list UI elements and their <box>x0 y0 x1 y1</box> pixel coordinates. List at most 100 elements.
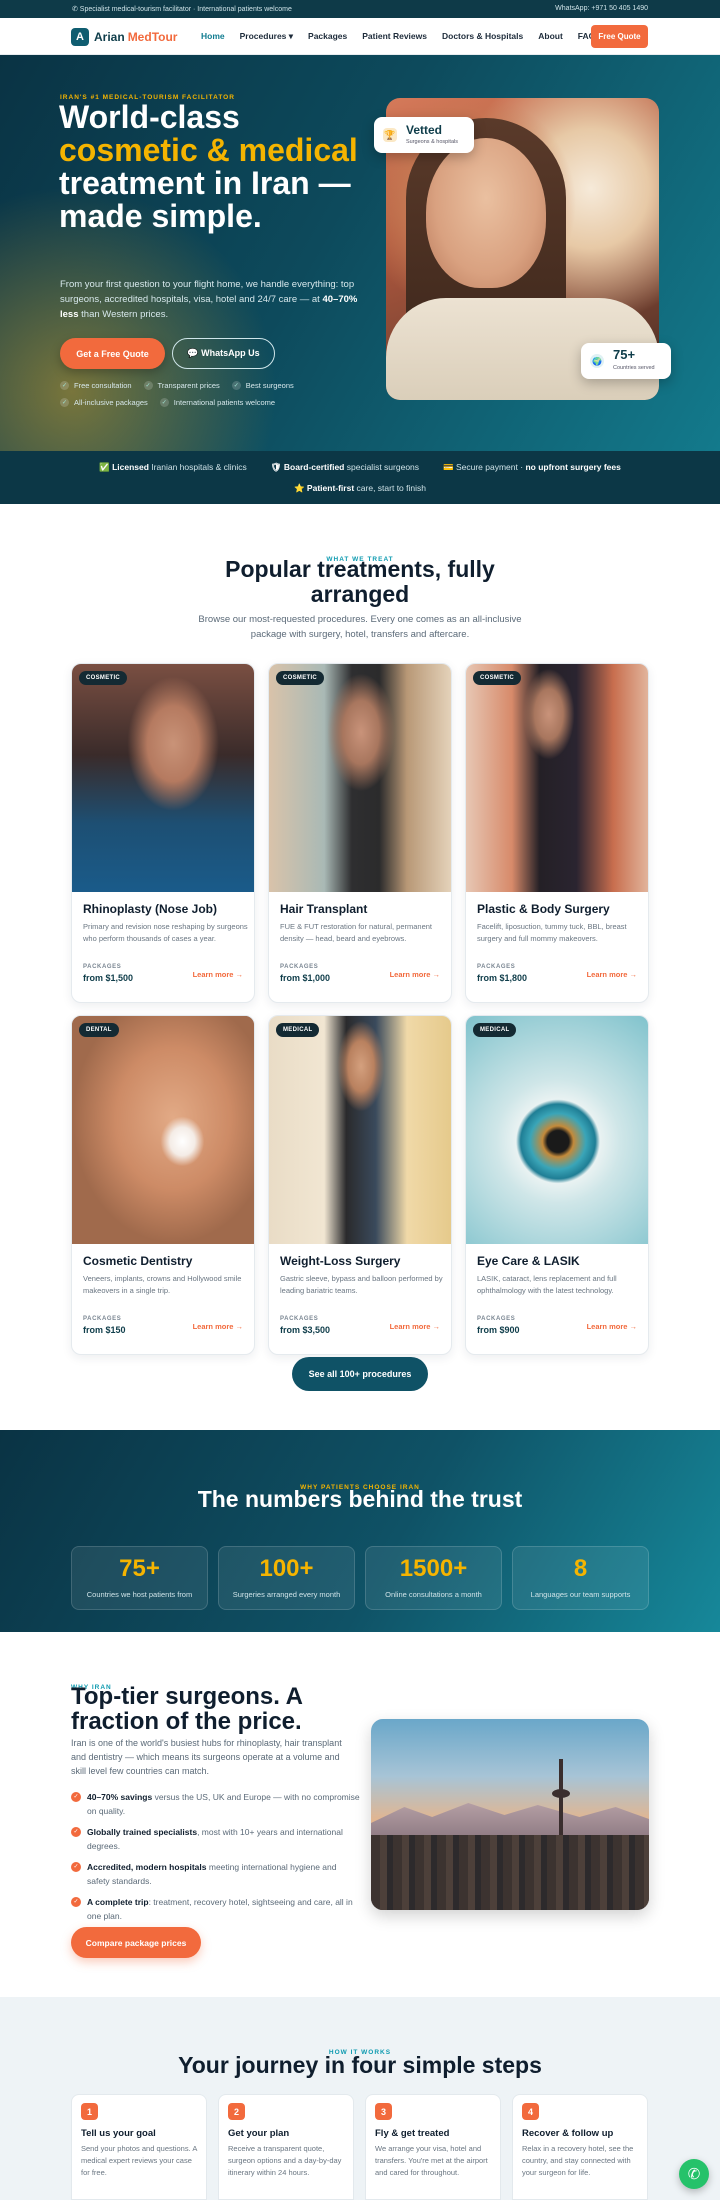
treatment-card-dentistry[interactable]: DENTAL Cosmetic Dentistry Veneers, impla… <box>71 1015 255 1355</box>
nav-item-doctors-hospitals[interactable]: Doctors & Hospitals <box>442 31 523 42</box>
treatment-card-eye-care[interactable]: MEDICAL Eye Care & LASIK LASIK, cataract… <box>465 1015 649 1355</box>
card-description: Gastric sleeve, bypass and balloon perfo… <box>280 1274 443 1295</box>
card-category-tag: DENTAL <box>79 1023 119 1037</box>
hero-sub-part-2: than Western prices. <box>81 309 169 320</box>
check-label: Best surgeons <box>245 381 294 390</box>
card-learn-more-link[interactable]: Learn more → <box>390 970 440 979</box>
treatments-subtitle: Browse our most-requested procedures. Ev… <box>198 614 522 640</box>
card-packages-label: PACKAGES <box>280 964 319 970</box>
step-description: Send your photos and questions. A medica… <box>81 2144 197 2177</box>
countries-count: 75+ <box>613 347 636 362</box>
whatsapp-icon[interactable]: ✆ <box>679 2159 709 2189</box>
trust-row: ✅ Licensed Iranian hospitals & clinics 🛡… <box>0 462 720 473</box>
card-title: Cosmetic Dentistry <box>83 1254 193 1268</box>
weight-loss-photo <box>269 1016 451 1244</box>
hero-title-part-2: treatment in Iran — made simple. <box>59 165 351 234</box>
treatment-card-weight-loss[interactable]: MEDICAL Weight-Loss Surgery Gastric slee… <box>268 1015 452 1355</box>
nav-item-about[interactable]: About <box>538 31 563 42</box>
hero-free-quote-button[interactable]: Get a Free Quote <box>60 338 165 369</box>
eye-care-photo <box>466 1016 648 1244</box>
check-label: All-inclusive packages <box>74 398 148 407</box>
card-title: Plastic & Body Surgery <box>477 902 610 916</box>
hair-transplant-photo <box>269 664 451 892</box>
nav-item-packages[interactable]: Packages <box>308 31 347 42</box>
card-packages-label: PACKAGES <box>83 964 122 970</box>
hero-whatsapp-button[interactable]: 💬 WhatsApp Us <box>172 338 275 369</box>
topbar-tagline: ✆ Specialist medical-tourism facilitator… <box>72 6 292 13</box>
mountain-shape <box>371 1803 649 1839</box>
hero-check-item: ✓ Best surgeons <box>231 381 294 390</box>
card-title: Weight-Loss Surgery <box>280 1254 401 1268</box>
card-price: from $150 <box>83 1325 126 1335</box>
trust-item-licensed: ✅ Licensed Iranian hospitals & clinics <box>99 462 247 473</box>
dentistry-photo <box>72 1016 254 1244</box>
stats-section: WHY PATIENTS CHOOSE IRAN The numbers beh… <box>0 1430 720 1632</box>
card-description: LASIK, cataract, lens replacement and fu… <box>477 1274 617 1295</box>
nav-item-procedures[interactable]: Procedures ▾ <box>240 31 293 42</box>
logo-accent: MedTour <box>127 30 178 44</box>
card-learn-more-link[interactable]: Learn more → <box>193 1322 243 1331</box>
step-title: Tell us your goal <box>81 2128 156 2139</box>
check-icon: ✓ <box>143 381 153 390</box>
trust-text: specialist surgeons <box>346 462 420 472</box>
card-learn-more-link[interactable]: Learn more → <box>390 1322 440 1331</box>
why-bullets: ✓ 40–70% savings versus the US, UK and Eu… <box>71 1790 361 1930</box>
logo-mark-icon: A <box>71 28 89 46</box>
card-description: Facelift, liposuction, tummy tuck, BBL, … <box>477 922 627 943</box>
stat-value: 1500+ <box>399 1555 468 1582</box>
treatment-card-hair-transplant[interactable]: COSMETIC Hair Transplant FUE & FUT resto… <box>268 663 452 1003</box>
hero-check-item: ✓ International patients welcome <box>159 398 275 407</box>
stat-value: 75+ <box>119 1555 160 1582</box>
trust-bold: 🛡 Board-certified <box>270 462 345 472</box>
nav-menu: Home Procedures ▾ Packages Patient Revie… <box>201 31 610 42</box>
card-category-tag: MEDICAL <box>276 1023 320 1037</box>
treatments-sub-wrap: Browse our most-requested procedures. Ev… <box>0 612 720 642</box>
card-category-tag: COSMETIC <box>473 671 522 685</box>
hero-title: World-class cosmetic & medical treatment… <box>59 101 369 233</box>
check-label: Free consultation <box>74 381 132 390</box>
card-learn-more-link[interactable]: Learn more → <box>193 970 243 979</box>
step-description: We arrange your visa, hotel and transfer… <box>375 2144 488 2177</box>
card-packages-label: PACKAGES <box>280 1316 319 1322</box>
hero-check-item: ✓ Free consultation <box>60 381 132 390</box>
why-bullet: ✓ Globally trained specialists, most with… <box>71 1825 361 1853</box>
nav-item-home[interactable]: Home <box>201 31 225 42</box>
card-category-tag: COSMETIC <box>276 671 325 685</box>
hero-section: IRAN'S #1 MEDICAL-TOURISM FACILITATOR Wo… <box>0 55 720 451</box>
treatment-card-plastic-body[interactable]: COSMETIC Plastic & Body Surgery Facelift… <box>465 663 649 1003</box>
check-icon: ✓ <box>71 1792 81 1802</box>
compare-prices-button[interactable]: Compare package prices <box>71 1927 201 1958</box>
stat-value: 100+ <box>259 1555 314 1582</box>
card-packages-label: PACKAGES <box>477 964 516 970</box>
card-learn-more-link[interactable]: Learn more → <box>587 970 637 979</box>
check-icon: ✓ <box>159 398 169 407</box>
treatments-title-wrap: Popular treatments, fully arranged <box>0 557 720 607</box>
main-nav: A Arian MedTour Home Procedures ▾ Packag… <box>0 18 720 55</box>
card-price: from $3,500 <box>280 1325 331 1335</box>
why-bullet: ✓ Accredited, modern hospitals meeting in… <box>71 1860 361 1888</box>
trust-text: care, start to finish <box>356 483 426 493</box>
why-title: Top-tier surgeons. A fraction of the pri… <box>71 1683 303 1735</box>
logo-name: Arian <box>94 30 125 44</box>
check-icon: ✓ <box>71 1862 81 1872</box>
nav-item-patient-reviews[interactable]: Patient Reviews <box>362 31 427 42</box>
hero-check-item: ✓ Transparent prices <box>143 381 220 390</box>
card-description: Primary and revision nose reshaping by s… <box>83 922 248 943</box>
card-learn-more-link[interactable]: Learn more → <box>587 1322 637 1331</box>
topbar-whatsapp-link[interactable]: WhatsApp: +971 50 405 1490 <box>555 5 648 12</box>
see-all-procedures-button[interactable]: See all 100+ procedures <box>292 1357 428 1391</box>
card-packages-label: PACKAGES <box>477 1316 516 1322</box>
trust-strip: ✅ Licensed Iranian hospitals & clinics 🛡… <box>0 451 720 504</box>
trust-text: Iranian hospitals & clinics <box>151 462 247 472</box>
card-category-tag: COSMETIC <box>79 671 128 685</box>
step-description: Relax in a recovery hotel, see the count… <box>522 2144 634 2177</box>
stat-card: 1500+ Online consultations a month <box>365 1546 502 1610</box>
trust-text: 💳 Secure payment · <box>443 462 524 472</box>
card-price: from $1,800 <box>477 973 528 983</box>
check-icon: ✓ <box>231 381 241 390</box>
trust-row: ⭐ Patient-first care, start to finish <box>0 483 720 494</box>
treatment-card-rhinoplasty[interactable]: COSMETIC Rhinoplasty (Nose Job) Primary … <box>71 663 255 1003</box>
nav-free-quote-button[interactable]: Free Quote <box>591 25 648 48</box>
stat-caption: Surgeries arranged every month <box>232 1590 341 1599</box>
logo[interactable]: A Arian MedTour <box>71 27 177 47</box>
